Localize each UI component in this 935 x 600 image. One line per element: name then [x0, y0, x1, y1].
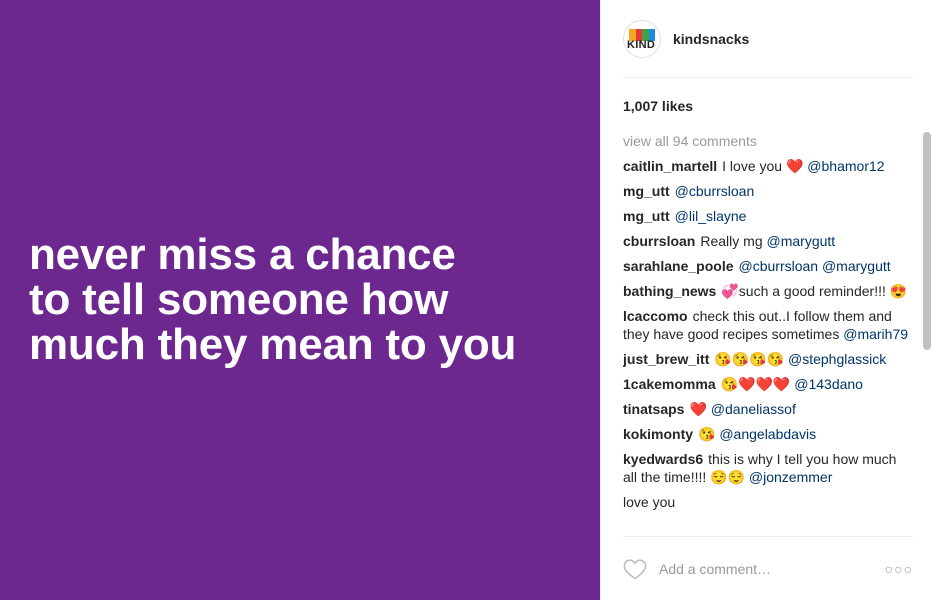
quote-line: much they mean to you	[29, 320, 517, 369]
comment-username[interactable]: lcaccomo	[623, 308, 688, 324]
comment-item: sarahlane_poole @cburrsloan @marygutt	[623, 257, 913, 275]
comment-text: 😘😘😘😘	[714, 351, 785, 367]
comment-username[interactable]: caitlin_martell	[623, 158, 717, 174]
post-sidebar: KIND kindsnacks 1,007 likes view all 94 …	[600, 0, 935, 600]
comment-text: I love you ❤️	[722, 158, 804, 174]
comment-item: cburrsloan Really mg @marygutt	[623, 232, 913, 250]
comments-scrollbar[interactable]	[923, 132, 931, 532]
comment-mention[interactable]: @lil_slayne	[675, 208, 747, 224]
comment-username[interactable]: kokimonty	[623, 426, 693, 442]
comment-username[interactable]: bathing_news	[623, 283, 716, 299]
comments-list: view all 94 comments caitlin_martell I lo…	[623, 132, 913, 532]
username-link[interactable]: kindsnacks	[673, 31, 749, 47]
comment-mention[interactable]: @stephglassick	[788, 351, 886, 367]
post-image: never miss a chance to tell someone how …	[0, 0, 600, 600]
comment-mention[interactable]: @cburrsloan @marygutt	[739, 258, 891, 274]
quote-line: to tell someone how	[29, 275, 449, 324]
comment-item: mg_utt @lil_slayne	[623, 207, 913, 225]
comment-text: 😘❤️❤️❤️	[720, 376, 791, 392]
comment-username[interactable]: mg_utt	[623, 208, 670, 224]
comment-text: 💞such a good reminder!!! 😍	[721, 283, 908, 299]
comment-text: ❤️	[689, 401, 707, 417]
comment-username[interactable]: mg_utt	[623, 183, 670, 199]
comment-mention[interactable]: @daneliassof	[711, 401, 796, 417]
comment-mention[interactable]: @marih79	[843, 326, 908, 342]
comment-item: love you	[623, 493, 913, 511]
comment-username[interactable]: cburrsloan	[623, 233, 695, 249]
comment-mention[interactable]: @angelabdavis	[719, 426, 816, 442]
more-options-icon[interactable]: ○○○	[885, 561, 913, 577]
comment-item: kyedwards6 this is why I tell you how muc…	[623, 450, 913, 486]
avatar[interactable]: KIND	[623, 19, 661, 58]
quote-line: never miss a chance	[29, 230, 456, 279]
comment-item: 1cakemomma 😘❤️❤️❤️ @143dano	[623, 375, 913, 393]
view-all-comments-link[interactable]: view all 94 comments	[623, 132, 913, 150]
heart-outline-icon[interactable]	[623, 558, 647, 580]
comment-mention[interactable]: @143dano	[794, 376, 863, 392]
comment-footer: Add a comment… ○○○	[623, 536, 913, 600]
comment-username[interactable]: sarahlane_poole	[623, 258, 734, 274]
comment-username[interactable]: kyedwards6	[623, 451, 703, 467]
add-comment-input[interactable]: Add a comment…	[659, 561, 885, 577]
comment-text: 😘	[698, 426, 716, 442]
comment-item: bathing_news 💞such a good reminder!!! 😍	[623, 282, 913, 300]
avatar-logo-text: KIND	[627, 38, 656, 51]
comment-item: tinatsaps ❤️ @daneliassof	[623, 400, 913, 418]
comment-item: kokimonty 😘 @angelabdavis	[623, 425, 913, 443]
comment-text: Really mg	[700, 233, 763, 249]
comment-mention[interactable]: @cburrsloan	[675, 183, 755, 199]
post-header: KIND kindsnacks	[623, 0, 913, 78]
comment-item: caitlin_martell I love you ❤️ @bhamor12	[623, 157, 913, 175]
comment-mention[interactable]: @jonzemmer	[749, 469, 832, 485]
comment-mention[interactable]: @bhamor12	[807, 158, 884, 174]
comment-username[interactable]: 1cakemomma	[623, 376, 716, 392]
comment-text: love you	[623, 494, 676, 510]
comment-item: mg_utt @cburrsloan	[623, 182, 913, 200]
comment-item: lcaccomo check this out..I follow them an…	[623, 307, 913, 343]
comment-container: caitlin_martell I love you ❤️ @bhamor12 mg…	[623, 157, 913, 511]
scrollbar-thumb[interactable]	[923, 132, 931, 350]
instagram-post: never miss a chance to tell someone how …	[0, 0, 935, 600]
post-quote-text: never miss a chance to tell someone how …	[29, 232, 516, 367]
comment-username[interactable]: just_brew_itt	[623, 351, 709, 367]
comment-username[interactable]: tinatsaps	[623, 401, 684, 417]
comment-item: just_brew_itt 😘😘😘😘 @stephglassick	[623, 350, 913, 368]
comment-mention[interactable]: @marygutt	[767, 233, 836, 249]
likes-count[interactable]: 1,007 likes	[623, 98, 693, 114]
